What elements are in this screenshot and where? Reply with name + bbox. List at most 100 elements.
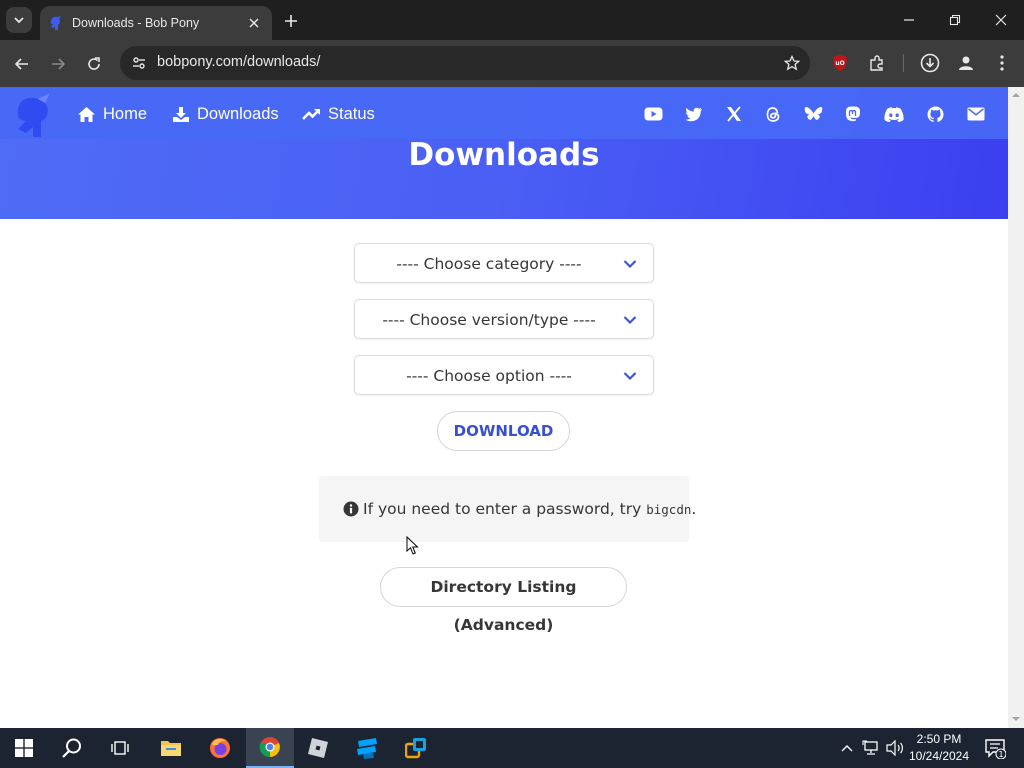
search-button[interactable] xyxy=(48,728,96,768)
chevron-down-icon xyxy=(623,372,637,381)
ublock-icon: uO xyxy=(833,55,847,71)
mail-link[interactable] xyxy=(966,104,986,124)
trending-up-icon xyxy=(302,109,320,120)
bookmark-button[interactable] xyxy=(782,53,802,73)
address-bar[interactable]: bobpony.com/downloads/ xyxy=(120,46,810,80)
github-icon xyxy=(927,106,943,122)
roblox-studio-icon xyxy=(357,738,377,759)
task-view-button[interactable] xyxy=(96,728,144,768)
nav-downloads-link[interactable]: Downloads xyxy=(172,103,279,125)
taskbar-clock[interactable]: 2:50 PM 10/24/2024 xyxy=(904,731,974,765)
file-explorer-button[interactable] xyxy=(147,728,195,768)
chevron-down-icon xyxy=(14,17,24,24)
nav-downloads-label: Downloads xyxy=(197,104,279,123)
scroll-down-icon[interactable] xyxy=(1012,715,1020,723)
tab-search-button[interactable] xyxy=(6,7,32,33)
download-button[interactable]: DOWNLOAD xyxy=(437,411,570,451)
x-link[interactable] xyxy=(724,104,744,124)
more-vertical-icon xyxy=(1000,55,1004,71)
browser-tab[interactable]: Downloads - Bob Pony xyxy=(40,6,272,40)
close-window-button[interactable] xyxy=(978,0,1024,40)
bluesky-icon xyxy=(804,106,822,120)
extensions-button[interactable] xyxy=(866,52,888,74)
browser-menu-button[interactable] xyxy=(991,52,1013,74)
category-select[interactable]: ---- Choose category ---- xyxy=(354,243,654,283)
volume-button[interactable] xyxy=(884,728,906,768)
nav-home-link[interactable]: Home xyxy=(77,103,147,125)
network-icon xyxy=(862,740,878,755)
minimize-button[interactable] xyxy=(886,0,932,40)
close-icon xyxy=(995,14,1007,26)
twitter-icon xyxy=(685,107,702,121)
tab-title: Downloads - Bob Pony xyxy=(72,16,200,30)
back-button[interactable] xyxy=(8,50,36,78)
password-notice: If you need to enter a password, try big… xyxy=(319,476,696,542)
network-button[interactable] xyxy=(860,728,882,768)
directory-listing-button[interactable]: Directory Listing (Advanced) xyxy=(380,567,627,634)
clock-date: 10/24/2024 xyxy=(908,749,970,763)
site-info-button[interactable] xyxy=(128,52,150,74)
page-scrollbar[interactable] xyxy=(1008,87,1024,728)
category-select-label: ---- Choose category ---- xyxy=(396,255,582,273)
ublock-extension-button[interactable]: uO xyxy=(829,52,851,74)
new-tab-button[interactable] xyxy=(280,10,302,32)
show-hidden-icons-button[interactable] xyxy=(838,728,856,768)
scroll-up-icon[interactable] xyxy=(1012,91,1020,99)
download-circle-icon xyxy=(920,53,940,73)
notice-password-code: bigcdn xyxy=(646,502,692,517)
option-select[interactable]: ---- Choose option ---- xyxy=(354,355,654,395)
folder-icon xyxy=(161,741,181,756)
app-window-button[interactable] xyxy=(392,728,440,768)
search-icon xyxy=(62,738,81,758)
restore-icon xyxy=(949,14,961,26)
roblox-button[interactable] xyxy=(294,728,342,768)
tab-close-button[interactable] xyxy=(246,15,262,31)
close-icon xyxy=(249,18,259,28)
site-settings-icon xyxy=(133,57,145,69)
youtube-icon xyxy=(644,107,662,121)
forward-button[interactable] xyxy=(44,50,72,78)
bluesky-link[interactable] xyxy=(803,104,823,124)
reload-button[interactable] xyxy=(80,50,108,78)
notice-message: If you need to enter a password, try xyxy=(363,500,642,518)
version-type-select[interactable]: ---- Choose version/type ---- xyxy=(354,299,654,339)
version-type-select-label: ---- Choose version/type ---- xyxy=(382,311,596,329)
nav-home-label: Home xyxy=(103,104,148,123)
start-button[interactable] xyxy=(0,728,48,768)
task-view-icon xyxy=(111,741,129,755)
option-select-label: ---- Choose option ---- xyxy=(406,367,572,385)
nav-status-label: Status xyxy=(328,104,375,123)
site-navbar: Home Downloads Status xyxy=(0,87,1008,139)
twitter-link[interactable] xyxy=(684,104,704,124)
x-icon xyxy=(727,106,741,122)
mastodon-icon xyxy=(845,105,860,121)
volume-icon xyxy=(886,740,903,756)
youtube-link[interactable] xyxy=(643,104,663,124)
nav-status-link[interactable]: Status xyxy=(302,103,375,125)
url-text[interactable]: bobpony.com/downloads/ xyxy=(157,54,320,70)
star-icon xyxy=(784,55,800,71)
toolbar-separator xyxy=(903,54,904,72)
minimize-icon xyxy=(904,19,914,21)
bobpony-logo-icon[interactable] xyxy=(12,91,62,139)
chevron-down-icon xyxy=(623,260,637,269)
reload-icon xyxy=(88,57,100,70)
firefox-button[interactable] xyxy=(196,728,244,768)
chrome-button[interactable] xyxy=(246,728,294,768)
discord-link[interactable] xyxy=(884,104,904,124)
notification-icon: 1 xyxy=(985,739,1006,759)
puzzle-icon xyxy=(870,55,883,71)
restore-button[interactable] xyxy=(932,0,978,40)
plus-icon xyxy=(285,15,297,27)
mastodon-link[interactable] xyxy=(843,104,863,124)
downloads-button[interactable] xyxy=(919,52,941,74)
github-link[interactable] xyxy=(925,104,945,124)
arrow-right-icon xyxy=(52,58,66,70)
profile-button[interactable] xyxy=(955,52,977,74)
notice-period: . xyxy=(691,500,697,518)
page-viewport: Downloads Home Downloads Status ---- Cho… xyxy=(0,87,1008,728)
action-center-button[interactable]: 1 xyxy=(980,728,1010,768)
threads-link[interactable] xyxy=(763,104,783,124)
roblox-studio-button[interactable] xyxy=(343,728,391,768)
overlapping-windows-icon xyxy=(405,738,426,759)
